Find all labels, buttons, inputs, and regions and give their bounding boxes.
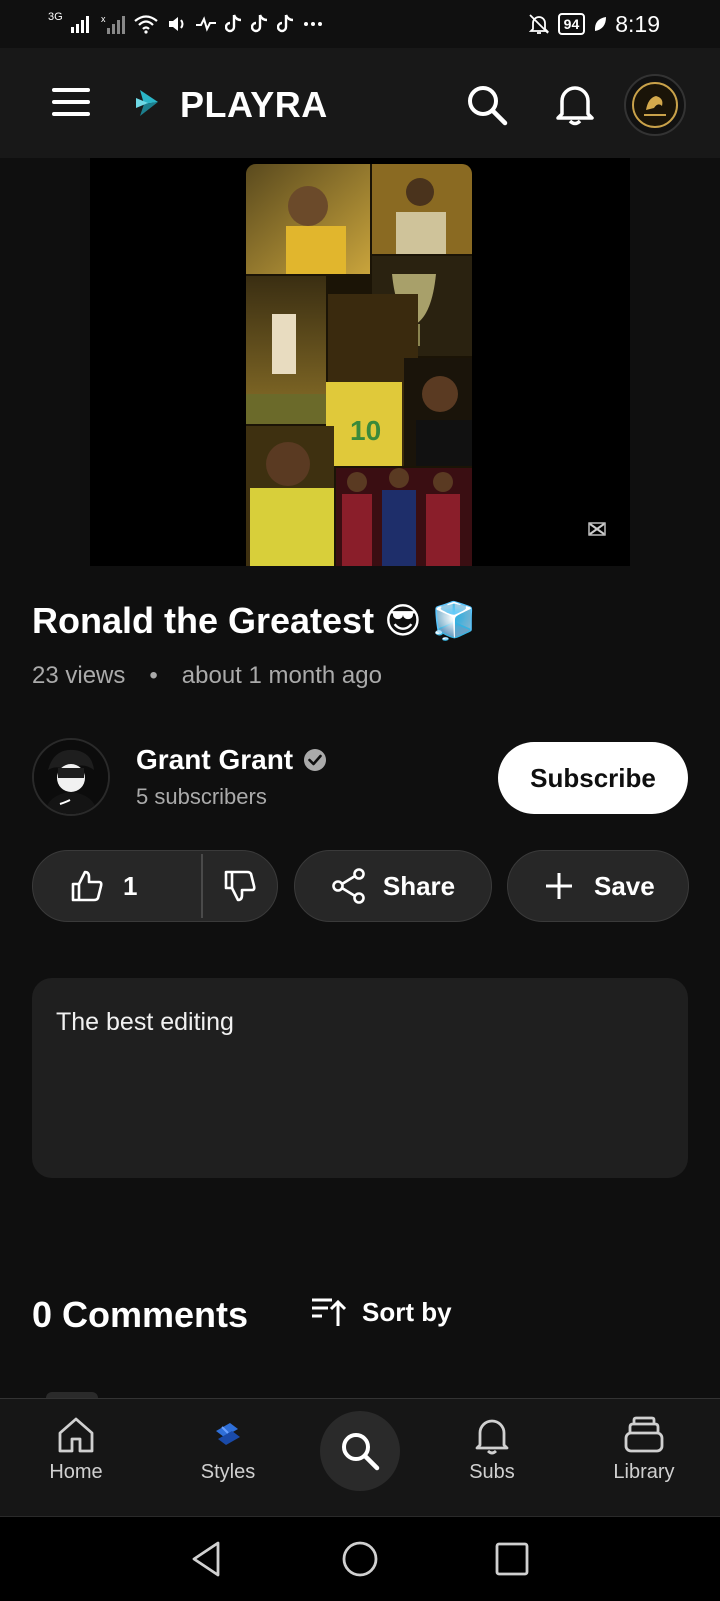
save-label: Save <box>594 870 655 901</box>
nav-home-label: Home <box>49 1461 103 1483</box>
channel-avatar[interactable] <box>32 738 110 816</box>
tiktok-icon <box>250 14 269 34</box>
battery-indicator: 94 <box>557 13 586 35</box>
more-icon <box>303 21 323 27</box>
meta-separator: • <box>149 662 158 689</box>
channel-name[interactable]: Grant Grant <box>136 744 293 776</box>
status-left: 3G x <box>48 10 323 38</box>
share-icon <box>331 868 367 904</box>
recents-square-icon[interactable] <box>494 1541 530 1577</box>
nav-subs[interactable]: Subs <box>432 1415 552 1484</box>
bell-icon <box>472 1415 512 1455</box>
search-icon <box>339 1430 381 1472</box>
thumbs-down-icon <box>222 868 258 904</box>
signal-x-icon: x <box>101 14 125 34</box>
svg-text:x: x <box>101 14 106 24</box>
styles-icon <box>208 1415 248 1455</box>
wifi-icon <box>133 14 159 34</box>
nav-library-label: Library <box>613 1461 675 1483</box>
view-count: 23 views <box>32 662 126 689</box>
like-button[interactable]: 1 <box>33 851 173 921</box>
search-icon[interactable] <box>466 84 508 126</box>
menu-icon[interactable] <box>52 86 90 118</box>
nav-subs-label: Subs <box>469 1461 515 1483</box>
thumbs-up-icon <box>69 868 105 904</box>
dislike-button[interactable] <box>203 851 278 921</box>
bottom-navigation: Home Styles Subs Library <box>0 1398 720 1517</box>
subscriber-count: 5 subscribers <box>136 784 267 809</box>
status-right: 94 8:19 <box>528 10 660 38</box>
like-count: 1 <box>123 870 138 901</box>
description-text: The best editing <box>56 1008 234 1036</box>
app-name[interactable]: PLAYRA <box>180 84 328 126</box>
video-thumbnail[interactable]: 10 <box>246 164 472 566</box>
clock: 8:19 <box>615 10 660 37</box>
library-icon <box>623 1415 665 1455</box>
mute-bell-icon <box>528 13 550 35</box>
home-icon <box>56 1415 96 1455</box>
video-meta: 23 views • about 1 month ago <box>32 662 382 690</box>
sort-icon <box>310 1296 346 1328</box>
app-bar <box>0 48 720 158</box>
home-circle-icon[interactable] <box>340 1539 380 1579</box>
sort-by-button[interactable]: Sort by <box>310 1296 452 1328</box>
activity-icon <box>195 16 217 32</box>
back-icon[interactable] <box>188 1539 224 1579</box>
description-box[interactable]: The best editing <box>32 978 688 1178</box>
subscribe-button[interactable]: Subscribe <box>498 742 688 814</box>
playra-logo-icon[interactable] <box>134 86 166 120</box>
notifications-bell-icon[interactable] <box>554 82 596 126</box>
profile-avatar[interactable] <box>624 74 686 136</box>
video-title: Ronald the Greatest 😎 🧊 <box>32 600 477 641</box>
nav-home[interactable]: Home <box>16 1415 136 1484</box>
watermark-icon <box>588 522 606 536</box>
signal-icon <box>70 15 93 33</box>
nav-library[interactable]: Library <box>584 1415 704 1484</box>
nav-search-button[interactable] <box>320 1411 400 1491</box>
status-bar: 3G x 94 8:19 <box>0 0 720 48</box>
like-dislike-group: 1 <box>32 850 278 922</box>
nav-styles[interactable]: Styles <box>168 1415 288 1484</box>
share-button[interactable]: Share <box>294 850 492 922</box>
tiktok-icon <box>276 14 295 34</box>
volume-icon <box>167 15 187 33</box>
save-button[interactable]: Save <box>507 850 689 922</box>
upload-time: about 1 month ago <box>181 662 382 689</box>
sort-label: Sort by <box>362 1296 452 1327</box>
svg-text:10: 10 <box>350 415 381 446</box>
leaf-icon <box>593 15 607 33</box>
channel-name-row[interactable]: Grant Grant <box>136 744 327 776</box>
tiktok-icon <box>224 14 243 34</box>
comments-title: 0 Comments <box>32 1294 249 1335</box>
network-type-label: 3G <box>48 11 63 23</box>
verified-icon <box>303 748 327 772</box>
video-player[interactable]: 10 <box>0 158 720 566</box>
system-navigation-bar <box>0 1516 720 1601</box>
nav-styles-label: Styles <box>200 1461 256 1483</box>
share-label: Share <box>382 870 456 901</box>
plus-icon <box>544 871 574 901</box>
